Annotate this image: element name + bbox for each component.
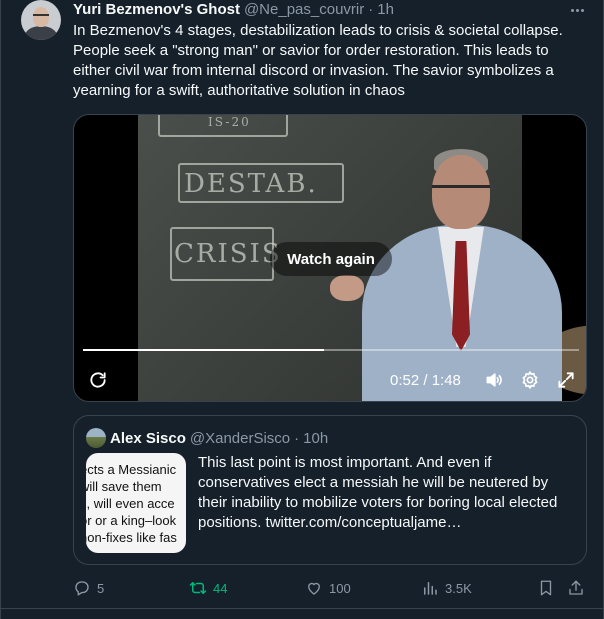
quote-thumbnail[interactable]: ects a Messianic will save them s, will … xyxy=(86,453,186,553)
quote-text: This last point is most important. And e… xyxy=(198,454,558,531)
quote-author-avatar[interactable] xyxy=(86,428,106,448)
chalk-crisis-text: CRISIS xyxy=(174,239,282,269)
chalk-destab-text: DESTAB. xyxy=(184,169,318,199)
bookmark-icon xyxy=(540,580,552,596)
retweet-button[interactable]: 44 xyxy=(189,578,227,598)
speaker-hand xyxy=(330,275,364,301)
video-time: 0:52 / 1:48 xyxy=(390,371,461,389)
avatar-glasses xyxy=(33,14,49,18)
reply-count: 5 xyxy=(97,580,105,596)
bookmark-button[interactable] xyxy=(537,578,555,598)
like-icon xyxy=(308,582,320,595)
tweet-header: Yuri Bezmenov's Ghost @Ne_pas_couvrir · … xyxy=(73,0,394,20)
quote-author-handle[interactable]: @XanderSisco xyxy=(190,430,290,447)
tweet-divider xyxy=(1,608,604,609)
author-avatar[interactable] xyxy=(21,0,61,40)
share-button[interactable] xyxy=(567,578,585,598)
reply-icon xyxy=(75,581,89,596)
replay-icon[interactable] xyxy=(86,368,110,392)
tweet-text: In Bezmenov's 4 stages, destabilization … xyxy=(73,22,563,99)
watch-again-button[interactable]: Watch again xyxy=(270,242,392,276)
thumbnail-line: ects a Messianic xyxy=(86,462,177,477)
avatar-suit xyxy=(25,26,57,40)
reply-button[interactable]: 5 xyxy=(73,578,104,598)
author-handle[interactable]: @Ne_pas_couvrir xyxy=(244,0,364,20)
retweet-icon xyxy=(189,582,207,594)
retweet-count: 44 xyxy=(213,580,228,596)
like-button[interactable]: 100 xyxy=(305,578,351,598)
thumbnail-line: s, will even acce xyxy=(86,496,175,511)
views-icon xyxy=(424,582,437,595)
settings-icon[interactable] xyxy=(518,368,542,392)
quote-header: Alex Sisco @XanderSisco · 10h xyxy=(110,428,328,448)
thumbnail-line: will save them xyxy=(86,479,162,494)
volume-icon[interactable] xyxy=(482,368,506,392)
quote-timestamp[interactable]: 10h xyxy=(303,430,328,447)
views-button[interactable]: 3.5K xyxy=(421,578,472,598)
chalk-top-text: IS-20 xyxy=(208,115,251,129)
video-progress-bar[interactable] xyxy=(83,349,579,351)
quote-header-separator: · xyxy=(294,429,300,447)
video-player[interactable]: IS-20 DESTAB. CRISIS Watch again 0:52 / … xyxy=(73,114,587,402)
quote-author-name[interactable]: Alex Sisco xyxy=(110,430,186,447)
author-name[interactable]: Yuri Bezmenov's Ghost xyxy=(73,0,240,20)
action-bar: 5 44 100 3.5K xyxy=(73,574,589,602)
more-icon[interactable] xyxy=(567,2,587,18)
fullscreen-icon[interactable] xyxy=(554,368,578,392)
header-separator: · xyxy=(368,1,374,18)
tweet[interactable]: Yuri Bezmenov's Ghost @Ne_pas_couvrir · … xyxy=(0,0,604,619)
share-icon xyxy=(569,580,583,595)
quoted-tweet[interactable]: Alex Sisco @XanderSisco · 10h ects a Mes… xyxy=(73,415,587,565)
thumbnail-line: non-fixes like fas xyxy=(86,530,177,545)
thumbnail-line: or or a king–look xyxy=(86,513,177,528)
views-count: 3.5K xyxy=(445,580,472,596)
video-progress-fill xyxy=(83,349,324,351)
tweet-timestamp[interactable]: 1h xyxy=(377,0,394,20)
like-count: 100 xyxy=(329,580,351,596)
speaker-glasses xyxy=(432,185,490,197)
